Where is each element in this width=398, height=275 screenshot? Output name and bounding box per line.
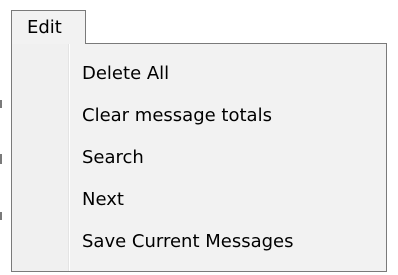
menu-item-delete-all[interactable]: Delete All bbox=[12, 54, 386, 94]
background-window-edge bbox=[0, 212, 2, 220]
menu-item-label: Clear message totals bbox=[82, 105, 272, 126]
menu-item-next[interactable]: Next bbox=[12, 180, 386, 220]
menu-item-save-current-messages[interactable]: Save Current Messages bbox=[12, 222, 386, 262]
menu-item-label: Delete All bbox=[82, 63, 170, 84]
menu-edit-label: Edit bbox=[27, 17, 62, 38]
menu-item-label: Search bbox=[82, 147, 144, 168]
edit-dropdown-menu: Delete All Clear message totals Search N… bbox=[11, 43, 387, 272]
menu-edit[interactable]: Edit bbox=[11, 10, 86, 44]
menu-item-search[interactable]: Search bbox=[12, 138, 386, 178]
menu-item-clear-message-totals[interactable]: Clear message totals bbox=[12, 96, 386, 136]
background-window-edge bbox=[0, 100, 2, 108]
menu-item-label: Next bbox=[82, 189, 124, 210]
background-window-edge bbox=[0, 154, 2, 164]
menu-item-label: Save Current Messages bbox=[82, 231, 294, 252]
